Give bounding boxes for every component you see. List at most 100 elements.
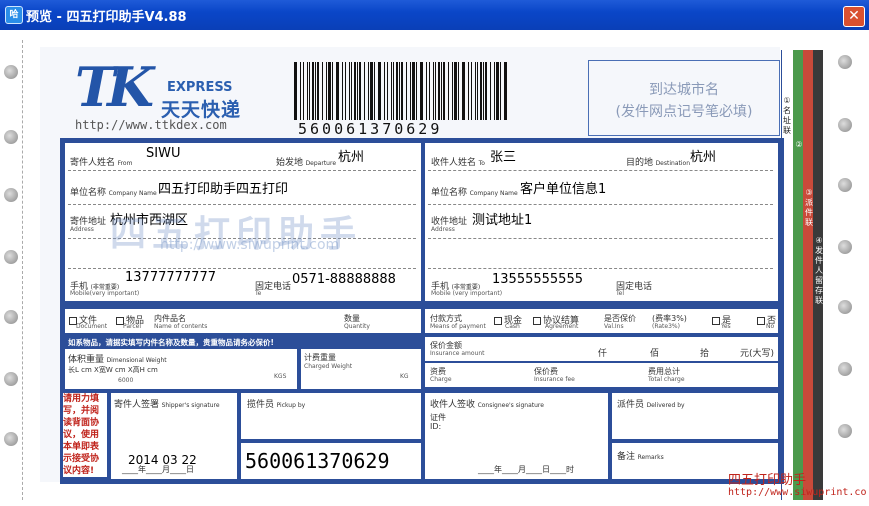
shipper-date-units: ____年____月____日 [122,465,194,474]
hole-icon [838,55,852,69]
barcode-bar [368,62,369,120]
destination-box: 到达城市名 (发件网点记号笔必填) [588,60,780,136]
hole-icon [838,178,852,192]
cash-checkbox [494,316,502,325]
hole-icon [4,310,18,324]
payment-method-sub: Means of payment [430,323,486,330]
barcode-bar [462,62,465,120]
barcode-bar [483,62,484,120]
recipient-company-label: 单位名称 Company Name [431,188,518,198]
barcode-bar [429,62,430,120]
charged-sub: Charged Weight [304,363,353,370]
pickup-label: 揽件员 Pickup by [247,400,306,410]
barcode-bar [426,62,427,120]
barcode-bar [357,62,358,120]
strip-label-2: ② [795,140,803,149]
hole-icon [838,362,852,376]
consignee-label: 收件人签收 Consignee's signature [430,400,544,410]
cash-sub: Cash [505,323,520,330]
barcode-bar [315,62,316,120]
barcode-bar [500,62,501,120]
barcode-bar [410,62,411,120]
freight-sub: Charge [430,376,452,383]
barcode-bar [412,62,415,120]
remarks-label: 备注 Remarks [617,452,664,462]
barcode-bar [401,62,403,120]
sender-mobile-sub: Mobile(very important) [70,290,140,297]
warning-text: 请用力填写，并阅读背面协议，使用本单即表示接受协议内容! [63,393,107,477]
hole-icon [4,130,18,144]
recipient-mobile: 13555555555 [492,272,583,287]
unit-ten: 拾 [700,349,710,359]
divider [428,238,773,239]
title-bar: 哈 预览 - 四五打印助手V4.88 ✕ [0,0,869,30]
qty-sub: Quantity [344,323,370,330]
barcode-bar [452,62,453,120]
app-icon: 哈 [5,6,23,24]
barcode-bar [420,62,423,120]
barcode-bar [317,62,319,120]
agreement-sub: Agreement [545,323,579,330]
barcode-bar [443,62,445,120]
barcode-bar [300,62,301,120]
barcode-bar [490,62,491,120]
divider [68,268,416,269]
barcode-bar [485,62,487,120]
dims-divisor: 6000 [118,377,134,384]
window-title: 预览 - 四五打印助手V4.88 [26,10,187,25]
contents-sub: Name of contents [154,323,208,330]
recipient-mobile-sub: Mobile (very important) [431,290,503,297]
yes-sub: Yes [721,323,731,330]
sender-phone-sub: Te [255,290,262,297]
footer-brand: 四五打印助手 [728,473,807,488]
close-button[interactable]: ✕ [843,6,865,27]
barcode-bar [374,62,375,120]
barcode-bar [475,62,476,120]
unit-thousand: 仟 [598,349,608,359]
barcode-bar [468,62,469,120]
hole-icon [4,65,18,79]
barcode-bar [399,62,400,120]
sender-phone: 0571-88888888 [292,272,396,287]
recipient-address: 测试地址1 [472,213,533,228]
weight-label: 体积重量 Dimensional Weight [68,355,167,365]
barcode-bar [351,62,352,120]
kgs-unit: KGS [274,373,287,380]
sender-name: SIWU [146,146,181,161]
sender-mobile: 13777777777 [125,270,216,285]
watermark-url: http://www.siwuprint.com [160,237,340,253]
valuables-notice: 如系物品，请据实填写内件名称及数量，贵重物品请务必保价! [68,338,274,347]
barcode-bar [354,62,356,120]
logo-mark: TK [75,55,154,119]
barcode-bar [309,62,310,120]
id-sub: ID: [430,422,442,431]
barcode-bar [396,62,398,120]
dest-label: 目的地 Destination [626,158,690,168]
divider [428,204,773,205]
barcode-bar [384,62,385,120]
waybill-number: 560061370629 [245,449,390,473]
strip-label-1: ①名址联 [783,96,791,135]
divider [428,170,773,171]
no-checkbox [757,316,765,325]
barcode-bar [387,62,388,120]
origin-label: 始发地 Departure [276,158,337,168]
hole-icon [838,118,852,132]
fees-section [424,362,779,388]
sender-address-sub: Address [70,226,94,233]
strip-red [803,50,813,500]
barcode-bar [435,62,436,120]
unit-yuan: 元(大写) [740,349,775,359]
barcode-bar [433,62,434,120]
insure-sub: Val.Ins [604,323,624,330]
barcode-bar [454,62,457,120]
recipient-name-label: 收件人姓名 To [431,158,485,168]
dims-formula: 长L cm X宽W cm X高H cm [68,366,158,374]
barcode-bar [391,62,392,120]
strip-green [793,50,803,500]
strip-label-3: ③派件联 [805,188,813,227]
recipient-company: 客户单位信息1 [520,182,607,197]
sender-company: 四五打印助手四五打印 [158,182,289,197]
barcode-bar [438,62,440,120]
doc-sub: Document [76,323,108,330]
